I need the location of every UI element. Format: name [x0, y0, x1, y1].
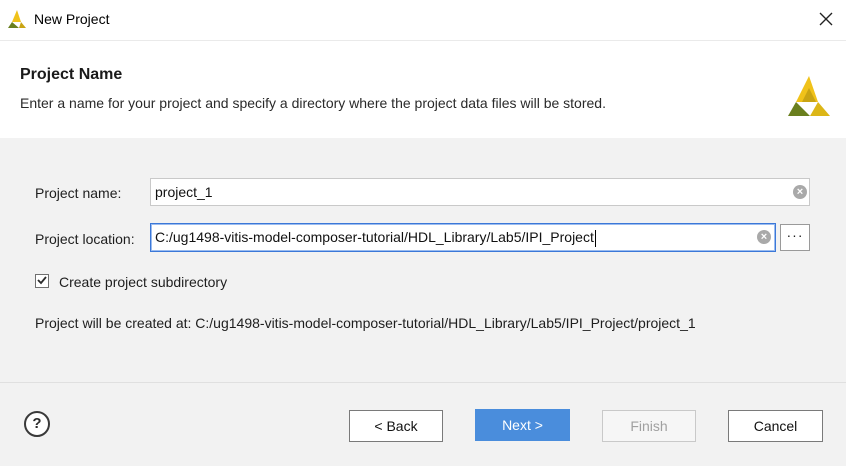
cancel-button-label: Cancel [753, 418, 798, 434]
app-logo-icon [8, 10, 26, 28]
project-name-label: Project name: [35, 184, 121, 202]
clear-icon[interactable]: × [757, 230, 771, 244]
create-subdirectory-label: Create project subdirectory [59, 274, 228, 290]
create-subdirectory-checkbox[interactable] [35, 274, 49, 288]
clear-icon[interactable]: × [793, 185, 807, 199]
project-name-label-text: Project name: [35, 185, 122, 201]
divider [0, 40, 846, 41]
project-path-preview: Project will be created at: C:/ug1498-vi… [35, 315, 696, 331]
help-button[interactable]: ? [24, 411, 50, 437]
browse-button[interactable]: ··· [780, 224, 810, 251]
next-button[interactable]: Next > [475, 409, 570, 441]
page-title: Project Name [20, 66, 123, 83]
back-button-label: < Back [374, 418, 418, 434]
form-panel [0, 138, 846, 382]
checkmark-icon [36, 273, 48, 289]
close-icon [819, 12, 833, 29]
project-location-label-text: Project location: [35, 231, 135, 247]
project-location-input[interactable]: C:/ug1498-vitis-model-composer-tutorial/… [150, 223, 776, 252]
window-title: New Project [34, 11, 110, 27]
cancel-button[interactable]: Cancel [728, 410, 823, 442]
project-name-input[interactable]: project_1 [150, 178, 810, 206]
title-bar [0, 0, 846, 38]
text-cursor [594, 229, 596, 247]
next-button-label: Next > [502, 417, 543, 433]
amd-xilinx-logo-icon [788, 76, 830, 116]
finish-button-label: Finish [630, 418, 668, 434]
project-location-label: Project location: [35, 230, 135, 248]
help-icon: ? [32, 415, 42, 432]
back-button[interactable]: < Back [349, 410, 443, 442]
finish-button: Finish [602, 410, 696, 442]
project-name-value: project_1 [155, 184, 213, 200]
browse-label: ··· [786, 227, 804, 243]
project-location-value: C:/ug1498-vitis-model-composer-tutorial/… [155, 229, 594, 245]
header-panel [0, 38, 846, 138]
close-button[interactable] [812, 6, 840, 34]
page-description: Enter a name for your project and specif… [20, 95, 606, 111]
